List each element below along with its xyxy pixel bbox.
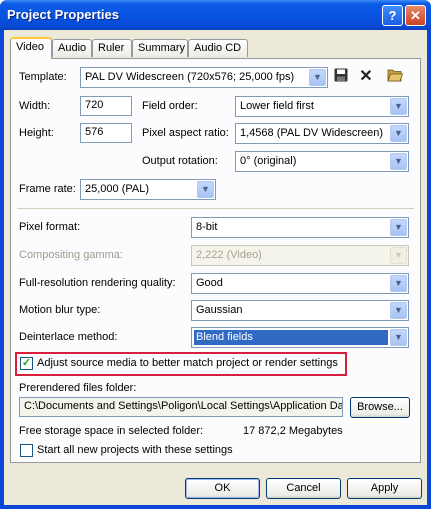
height-input[interactable]: 576: [80, 123, 132, 143]
ok-button[interactable]: OK: [185, 478, 260, 499]
rendering-quality-select[interactable]: Good ▼: [191, 273, 409, 294]
apply-button[interactable]: Apply: [347, 478, 422, 499]
prerendered-folder-input[interactable]: C:\Documents and Settings\Poligon\Local …: [19, 397, 343, 417]
window-title: Project Properties: [7, 7, 119, 22]
free-space-value: 17 872,2 Megabytes: [243, 425, 343, 437]
open-folder-icon[interactable]: [386, 68, 404, 86]
rendering-quality-label: Full-resolution rendering quality:: [19, 277, 176, 289]
video-tab-panel: Template: PAL DV Widescreen (720x576; 25…: [10, 58, 421, 463]
adjust-source-label[interactable]: Adjust source media to better match proj…: [37, 357, 338, 369]
cancel-button[interactable]: Cancel: [266, 478, 341, 499]
tab-ruler[interactable]: Ruler: [92, 39, 132, 57]
output-rotation-label: Output rotation:: [142, 155, 218, 167]
motion-blur-select[interactable]: Gaussian ▼: [191, 300, 409, 321]
tab-summary[interactable]: Summary: [132, 39, 188, 57]
chevron-down-icon[interactable]: ▼: [390, 329, 407, 346]
start-all-label[interactable]: Start all new projects with these settin…: [37, 444, 233, 456]
chevron-down-icon[interactable]: ▼: [390, 125, 407, 142]
browse-button[interactable]: Browse...: [350, 397, 410, 418]
deinterlace-label: Deinterlace method:: [19, 331, 118, 343]
chevron-down-icon[interactable]: ▼: [309, 69, 326, 86]
frame-rate-select[interactable]: 25,000 (PAL) ▼: [80, 179, 216, 200]
chevron-down-icon[interactable]: ▼: [197, 181, 214, 198]
motion-blur-label: Motion blur type:: [19, 304, 101, 316]
free-space-label: Free storage space in selected folder:: [19, 425, 204, 437]
chevron-down-icon[interactable]: ▼: [390, 275, 407, 292]
delete-x-icon[interactable]: ✕: [357, 68, 375, 86]
template-select[interactable]: PAL DV Widescreen (720x576; 25,000 fps) …: [80, 67, 328, 88]
pixel-aspect-label: Pixel aspect ratio:: [142, 127, 229, 139]
output-rotation-select[interactable]: 0° (original) ▼: [235, 151, 409, 172]
pixel-format-value: 8-bit: [196, 221, 218, 233]
output-rotation-value: 0° (original): [240, 155, 297, 167]
title-bar[interactable]: Project Properties ? ✕: [0, 0, 431, 30]
chevron-down-icon[interactable]: ▼: [390, 302, 407, 319]
chevron-down-icon[interactable]: ▼: [390, 153, 407, 170]
rendering-quality-value: Good: [196, 277, 223, 289]
chevron-down-icon: ▼: [390, 247, 407, 264]
tab-audio-cd[interactable]: Audio CD: [188, 39, 248, 57]
tab-video[interactable]: Video: [10, 37, 52, 59]
adjust-source-checkbox[interactable]: ✓: [20, 357, 33, 370]
project-properties-window: Project Properties ? ✕ Video Audio Ruler…: [0, 0, 431, 509]
help-button[interactable]: ?: [382, 5, 403, 26]
field-order-label: Field order:: [142, 100, 198, 112]
pixel-aspect-select[interactable]: 1,4568 (PAL DV Widescreen) ▼: [235, 123, 409, 144]
dialog-client-area: Video Audio Ruler Summary Audio CD Templ…: [4, 30, 427, 505]
width-label: Width:: [19, 100, 51, 112]
tab-audio[interactable]: Audio: [52, 39, 92, 57]
pixel-format-select[interactable]: 8-bit ▼: [191, 217, 409, 238]
start-all-checkbox[interactable]: [20, 444, 33, 457]
field-order-select[interactable]: Lower field first ▼: [235, 96, 409, 117]
template-label: Template:: [19, 71, 67, 83]
template-value: PAL DV Widescreen (720x576; 25,000 fps): [85, 71, 295, 83]
height-label: Height:: [19, 127, 54, 139]
floppy-disk-icon[interactable]: [332, 68, 350, 86]
close-button[interactable]: ✕: [405, 5, 426, 26]
compositing-gamma-select: 2,222 (Video) ▼: [191, 245, 409, 266]
field-order-value: Lower field first: [240, 100, 314, 112]
prerendered-label: Prerendered files folder:: [19, 382, 137, 394]
compositing-gamma-label: Compositing gamma:: [19, 249, 123, 261]
frame-rate-label: Frame rate:: [19, 183, 76, 195]
chevron-down-icon[interactable]: ▼: [390, 98, 407, 115]
width-input[interactable]: 720: [80, 96, 132, 116]
compositing-gamma-value: 2,222 (Video): [196, 249, 262, 261]
separator: [17, 208, 414, 209]
deinterlace-select[interactable]: Blend fields ▼: [191, 327, 409, 348]
pixel-format-label: Pixel format:: [19, 221, 81, 233]
frame-rate-value: 25,000 (PAL): [85, 183, 150, 195]
deinterlace-value: Blend fields: [194, 330, 388, 345]
motion-blur-value: Gaussian: [196, 304, 243, 316]
pixel-aspect-value: 1,4568 (PAL DV Widescreen): [240, 127, 384, 139]
chevron-down-icon[interactable]: ▼: [390, 219, 407, 236]
